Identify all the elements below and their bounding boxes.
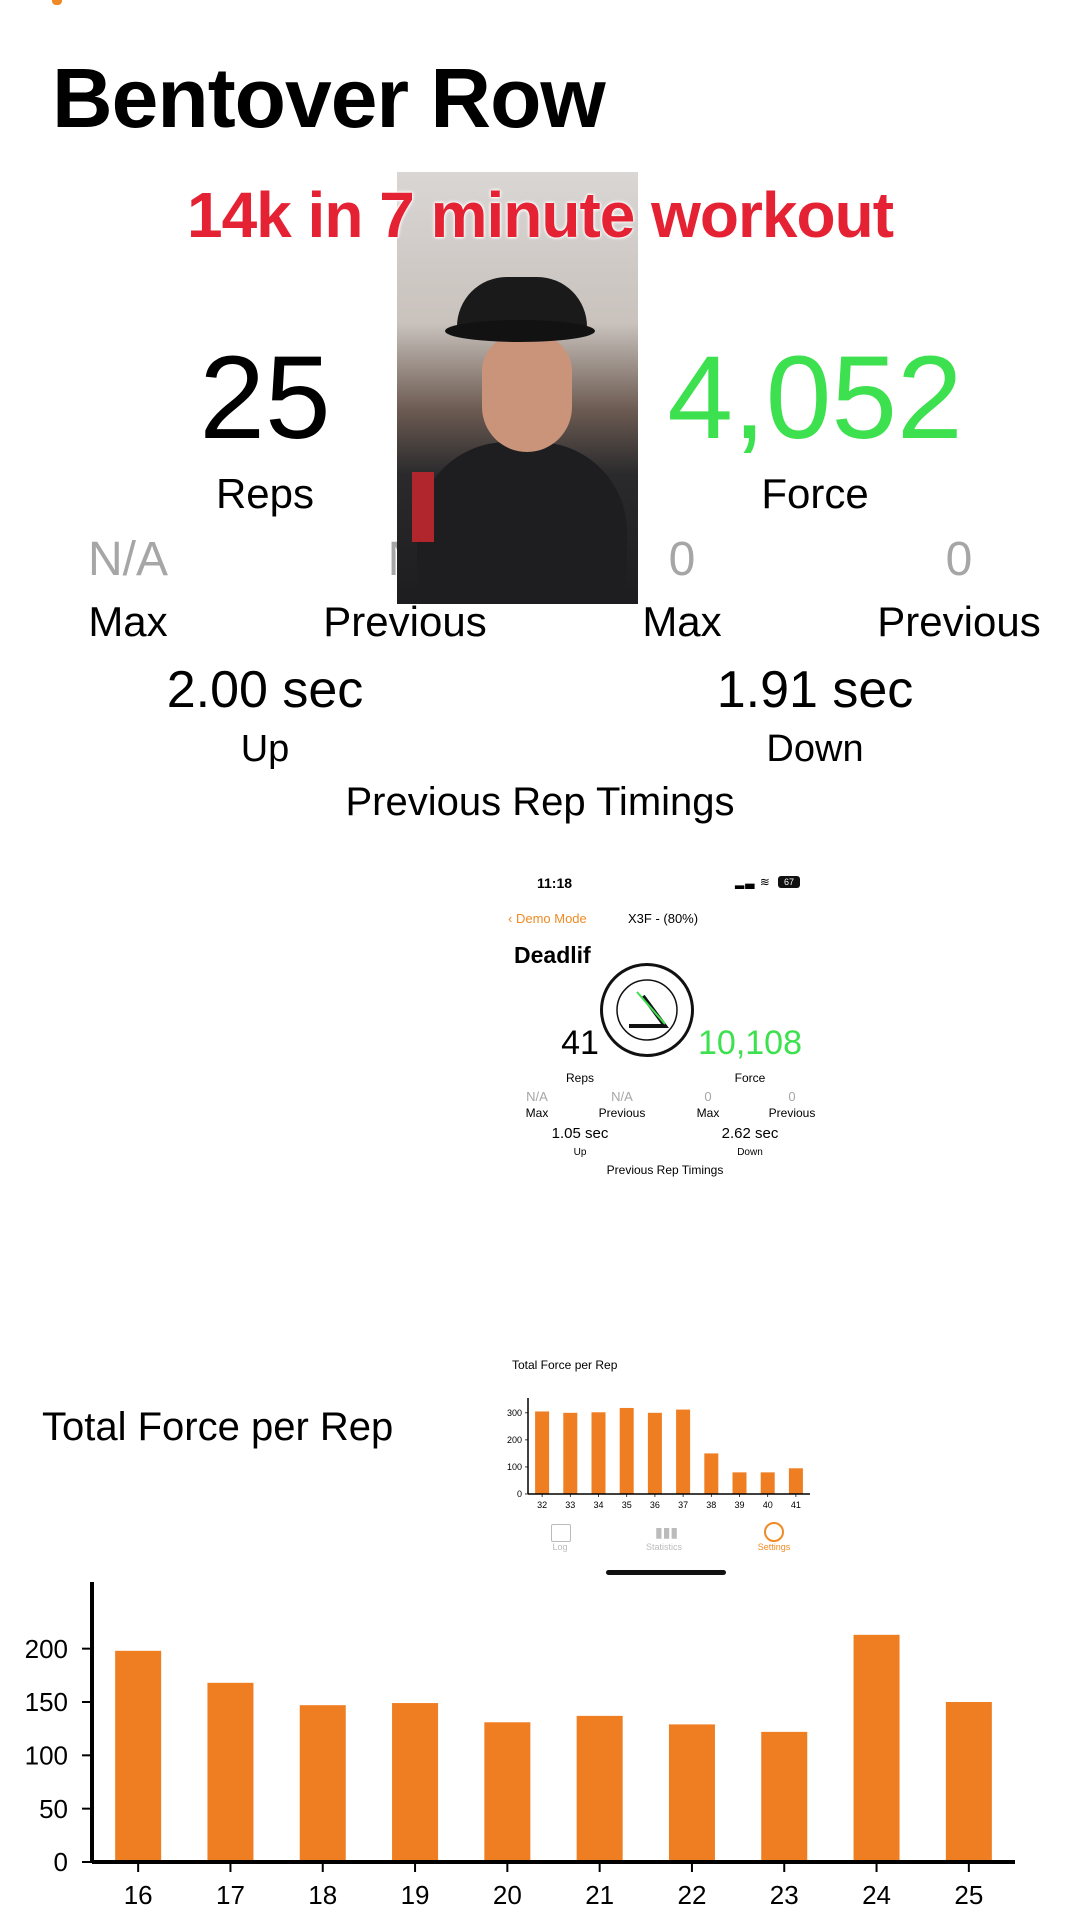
inset-title: Deadlif <box>514 942 591 968</box>
reps-max-label: Max <box>88 598 168 645</box>
down-time-label: Down <box>766 728 864 770</box>
inset-up-time-value: 1.05 sec <box>551 1125 609 1142</box>
inset-signal-wifi-icon: ▂▃ ≋ <box>735 875 771 889</box>
bar-22 <box>668 1724 715 1862</box>
inset-force-value: 10,108 <box>698 1024 802 1062</box>
bar-35 <box>619 1407 634 1494</box>
down-time-value: 1.91 sec <box>716 661 914 719</box>
y-tick-label: 200 <box>507 1435 522 1445</box>
inset-force-chart: 32 33 34 35 36 37 38 39 40 41 0 100 200 300 <box>507 1398 810 1510</box>
bar-23 <box>761 1731 808 1862</box>
y-tick-label: 200 <box>25 1634 68 1664</box>
bar-16 <box>115 1650 162 1862</box>
inset-previous-rep-timings: Previous Rep Timings <box>606 1163 724 1177</box>
y-tick-label: 150 <box>25 1687 68 1717</box>
bar-32 <box>535 1411 550 1494</box>
inset-up-time-label: Up <box>573 1147 587 1158</box>
inset-force-label: Force <box>734 1071 766 1085</box>
video-strap-shape <box>412 472 434 542</box>
x-tick-label: 35 <box>622 1500 632 1510</box>
x-tick-label: 22 <box>677 1880 706 1910</box>
inset-chart-title: Total Force per Rep <box>512 1358 618 1372</box>
bar-25 <box>945 1702 992 1862</box>
x-tick-label: 39 <box>734 1500 744 1510</box>
inset-down-time-label: Down <box>737 1147 763 1158</box>
bar-18 <box>299 1705 346 1862</box>
bar-38 <box>704 1453 719 1494</box>
y-tick-label: 100 <box>25 1740 68 1770</box>
inset-reps-previous-value: N/A <box>611 1089 633 1104</box>
previous-rep-timings-heading: Previous Rep Timings <box>345 780 735 824</box>
y-tick-label: 300 <box>507 1408 522 1418</box>
top-orange-indicator <box>52 0 62 5</box>
bar-41 <box>788 1468 803 1494</box>
x-tick-label: 25 <box>954 1880 983 1910</box>
inset-back-button[interactable]: ‹ Demo Mode <box>508 911 587 926</box>
x-tick-label: 21 <box>585 1880 614 1910</box>
x-tick-label: 40 <box>763 1500 773 1510</box>
force-per-rep-chart: 16 17 18 19 20 21 22 23 24 25 0 50 100 150 200 <box>25 1582 1015 1910</box>
bar-21 <box>576 1715 623 1862</box>
page-title: Bentover Row <box>52 51 606 145</box>
inset-force-previous-label: Previous <box>768 1106 816 1120</box>
inset-force-max-label: Max <box>696 1106 720 1120</box>
x-tick-label: 38 <box>706 1500 716 1510</box>
chevron-left-icon: ‹ <box>508 911 516 926</box>
video-cap-brim-shape <box>445 320 595 342</box>
inset-reps-value: 41 <box>561 1024 599 1062</box>
video-caption: 14k in 7 minute workout <box>186 179 894 251</box>
y-tick-label: 0 <box>517 1489 522 1499</box>
bar-33 <box>563 1412 578 1494</box>
inset-status-time: 11:18 <box>537 875 573 891</box>
bar-40 <box>760 1472 775 1494</box>
x-tick-label: 19 <box>401 1880 430 1910</box>
inset-reps-max-label: Max <box>525 1106 549 1120</box>
bar-39 <box>732 1472 747 1494</box>
inset-down-time-value: 2.62 sec <box>721 1125 779 1142</box>
inset-force-max-value: 0 <box>704 1089 712 1104</box>
x-tick-label: 33 <box>565 1500 575 1510</box>
bar-24 <box>853 1634 900 1862</box>
x-tick-label: 37 <box>678 1500 688 1510</box>
bar-36 <box>647 1412 662 1494</box>
up-time-value: 2.00 sec <box>166 661 364 719</box>
inset-reps-label: Reps <box>565 1071 594 1085</box>
x-tick-label: 34 <box>593 1500 603 1510</box>
inset-reps-max-value: N/A <box>526 1089 548 1104</box>
x-tick-label: 18 <box>308 1880 337 1910</box>
reps-previous-label: Previous <box>323 598 487 645</box>
bar-34 <box>591 1412 606 1494</box>
y-tick-label: 50 <box>39 1794 68 1824</box>
inset-battery-icon: 67 <box>778 876 800 888</box>
force-previous-value: 0 <box>945 533 973 586</box>
y-tick-label: 100 <box>507 1462 522 1472</box>
inset-force-previous-value: 0 <box>788 1089 796 1104</box>
x-tick-label: 41 <box>791 1500 801 1510</box>
inset-back-label: Demo Mode <box>515 911 587 926</box>
x-tick-label: 17 <box>216 1880 245 1910</box>
force-label: Force <box>761 470 869 517</box>
video-hoodie-shape <box>417 442 627 604</box>
chart-title: Total Force per Rep <box>42 1405 394 1449</box>
reps-max-value: N/A <box>87 533 168 586</box>
x-tick-label: 23 <box>770 1880 799 1910</box>
up-time-label: Up <box>240 728 290 770</box>
video-face-shape <box>482 334 572 452</box>
inset-reps-previous-label: Previous <box>598 1106 646 1120</box>
force-max-label: Max <box>642 598 722 645</box>
inset-device-label: X3F - (80%) <box>628 911 699 926</box>
x-tick-label: 32 <box>537 1500 547 1510</box>
bar-20 <box>484 1722 531 1862</box>
x-tick-label: 20 <box>493 1880 522 1910</box>
bar-19 <box>392 1703 439 1862</box>
y-tick-label: 0 <box>54 1847 68 1877</box>
x-tick-label: 16 <box>124 1880 153 1910</box>
x-tick-label: 24 <box>862 1880 891 1910</box>
bar-17 <box>207 1682 254 1862</box>
force-previous-label: Previous <box>877 598 1041 645</box>
force-value: 4,052 <box>667 332 963 464</box>
bar-37 <box>676 1409 691 1494</box>
x-tick-label: 36 <box>650 1500 660 1510</box>
